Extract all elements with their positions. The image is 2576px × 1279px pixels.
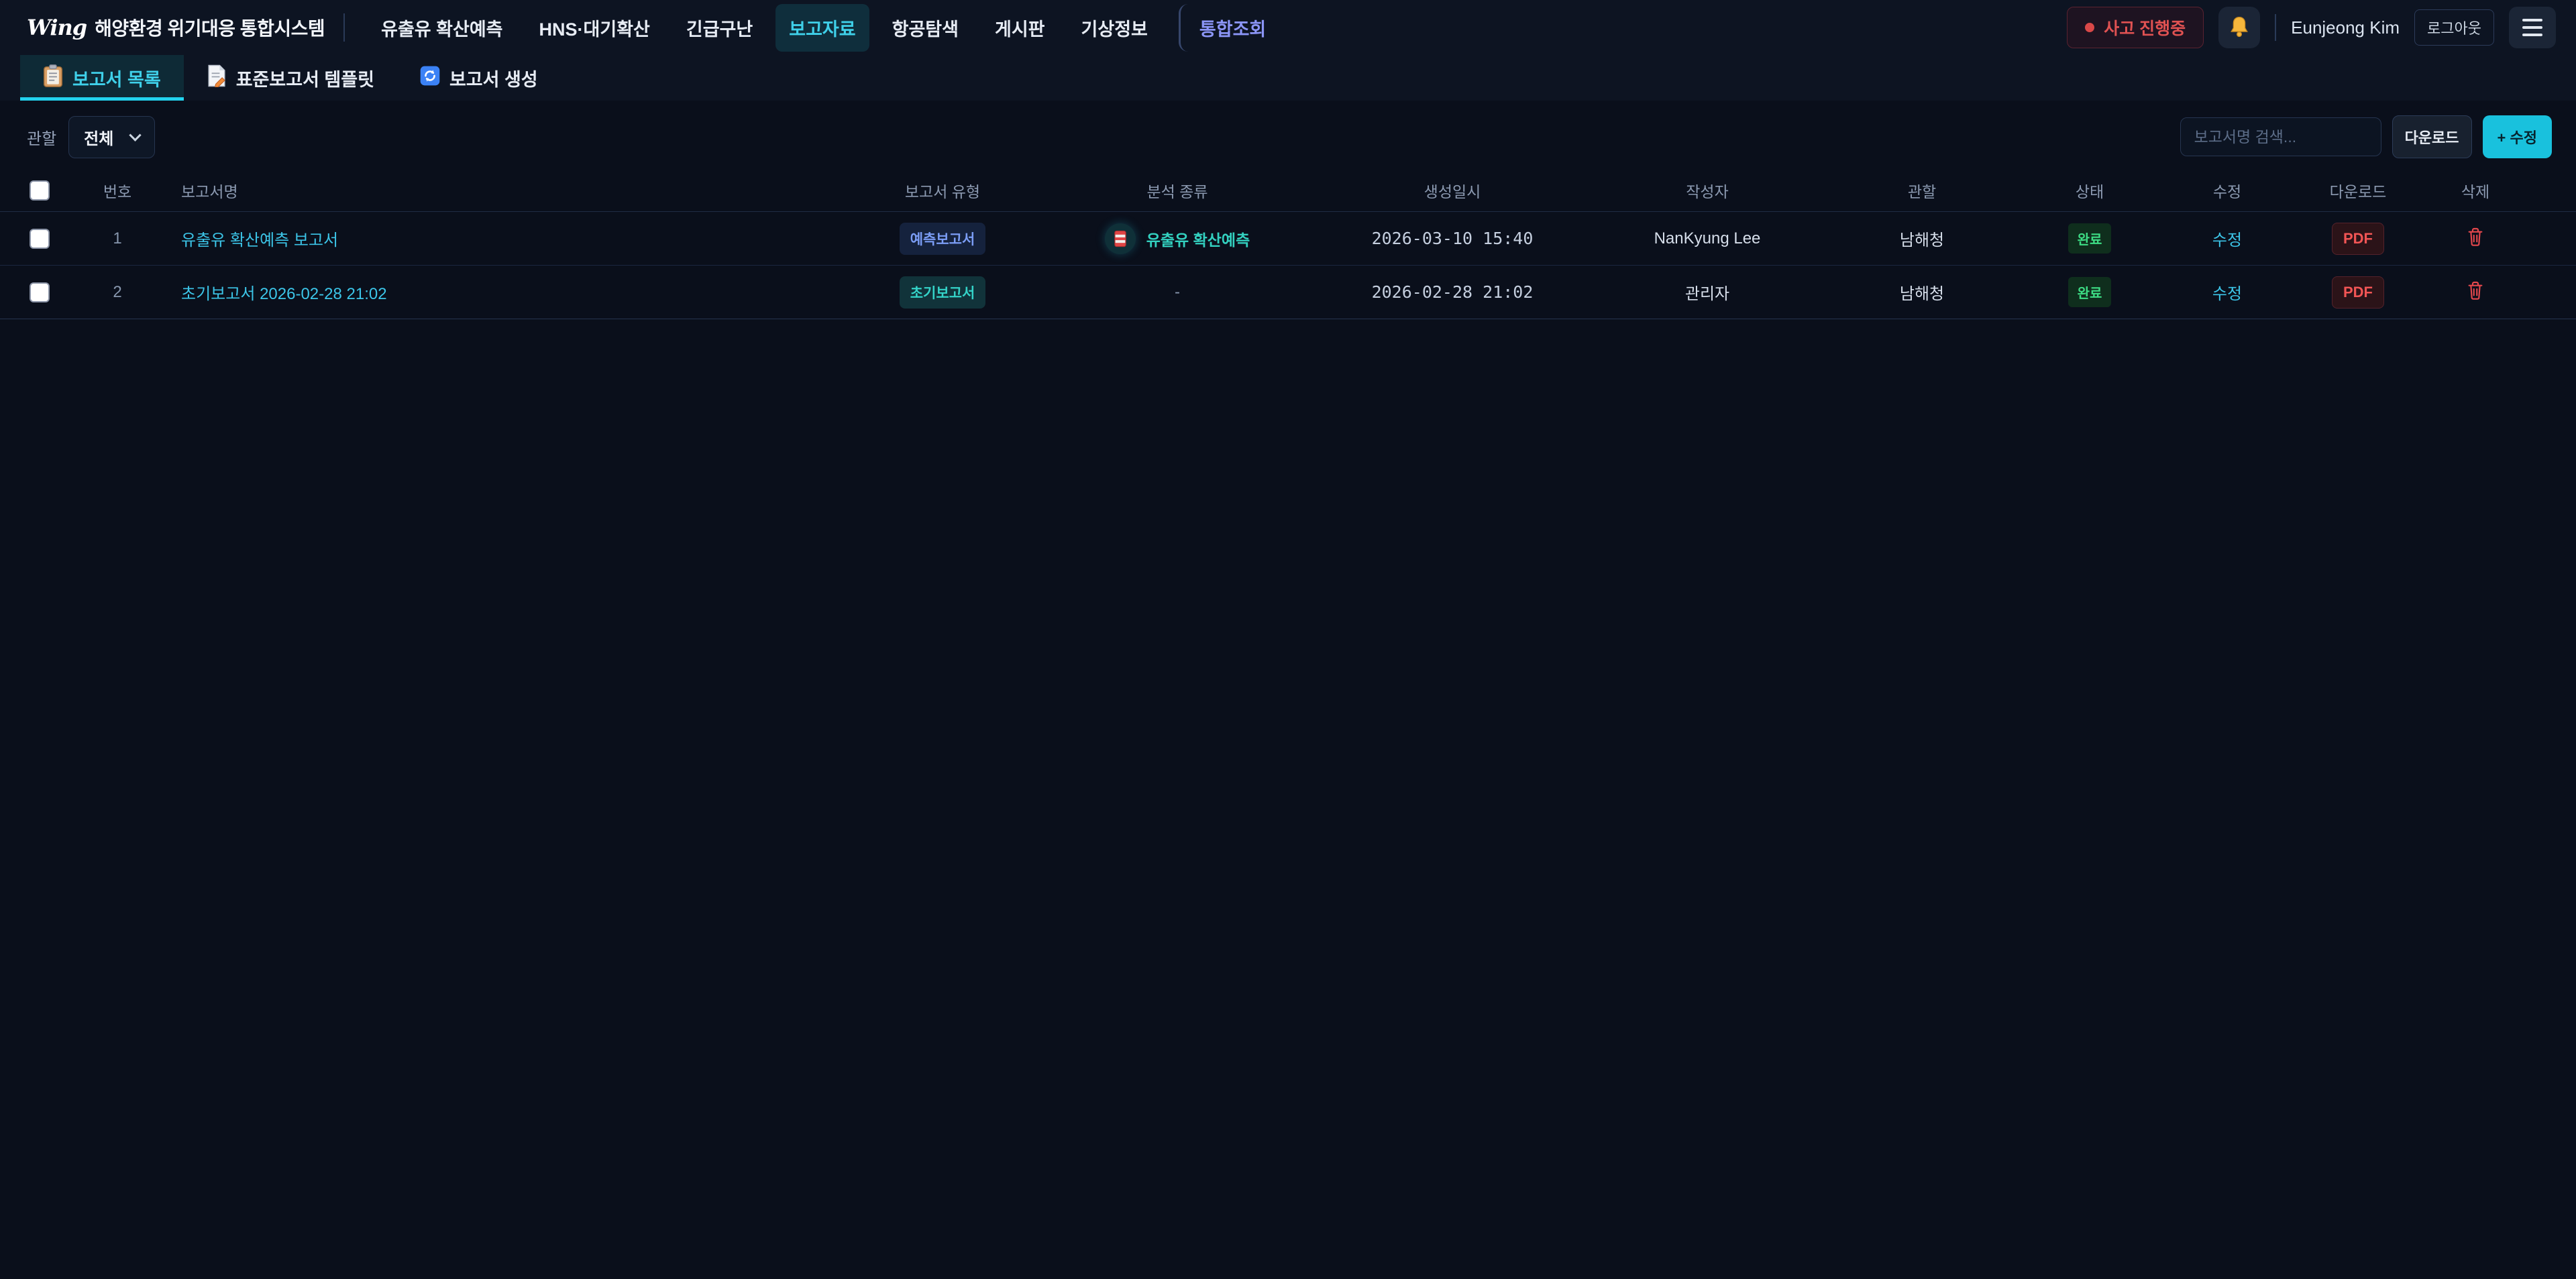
pdf-download-button[interactable]: PDF [2332, 276, 2384, 309]
jurisdiction-select[interactable]: 전체 [68, 116, 155, 158]
divider [343, 13, 345, 42]
incident-status-label: 사고 진행중 [2104, 15, 2186, 40]
incident-dot-icon [2085, 23, 2094, 32]
hamburger-icon [2522, 19, 2542, 21]
status-badge: 완료 [2068, 223, 2112, 254]
column-header-name: 보고서명 [154, 179, 849, 202]
notifications-button[interactable] [2218, 7, 2260, 48]
trash-icon [2467, 227, 2483, 248]
column-header-author: 작성자 [1587, 179, 1828, 202]
tab-label: 보고서 목록 [72, 65, 161, 91]
clipboard-icon [43, 64, 63, 92]
nav-item-rescue[interactable]: 긴급구난 [673, 4, 766, 52]
delete-button[interactable] [2467, 281, 2483, 302]
app-title: 해양환경 위기대응 통합시스템 [95, 14, 325, 41]
report-table: 번호 보고서명 보고서 유형 분석 종류 생성일시 작성자 관할 상태 수정 다… [0, 169, 2576, 319]
add-edit-button[interactable]: + 수정 [2483, 115, 2552, 158]
oil-drum-icon [1105, 223, 1136, 254]
table-row: 1 유출유 확산예측 보고서 예측보고서 유출유 확산예측 2026-03-10… [0, 212, 2576, 266]
search-input[interactable] [2180, 117, 2381, 156]
column-header-delete: 삭제 [2425, 179, 2526, 202]
row-number: 2 [80, 283, 154, 302]
column-header-type: 보고서 유형 [849, 179, 1036, 202]
logout-button[interactable]: 로그아웃 [2414, 9, 2494, 46]
trash-icon [2467, 281, 2483, 302]
tab-label: 보고서 생성 [449, 65, 538, 91]
edit-link[interactable]: 수정 [2212, 231, 2242, 249]
table-row: 2 초기보고서 2026-02-28 21:02 초기보고서 - 2026-02… [0, 266, 2576, 319]
hamburger-menu-button[interactable] [2509, 7, 2556, 48]
tab-report-list[interactable]: 보고서 목록 [20, 55, 184, 101]
bell-icon [2229, 15, 2250, 40]
author: NanKyung Lee [1587, 229, 1828, 248]
column-header-created: 생성일시 [1318, 179, 1587, 202]
tabbar: 보고서 목록 표준보고서 템플릿 보고서 생성 [0, 55, 2576, 101]
topbar-right: 사고 진행중 Eunjeong Kim 로그아웃 [2067, 7, 2556, 48]
logo-wordmark: Wing [27, 15, 87, 40]
row-number: 1 [80, 229, 154, 248]
created-at: 2026-03-10 15:40 [1318, 229, 1587, 248]
row-checkbox[interactable] [30, 229, 50, 249]
jurisdiction: 남해청 [1828, 227, 2016, 250]
column-header-jurisdiction: 관할 [1828, 179, 2016, 202]
analysis-type: 유출유 확산예측 [1105, 223, 1250, 254]
nav-item-reports[interactable]: 보고자료 [775, 4, 869, 52]
chevron-down-icon [129, 129, 142, 141]
divider [2275, 14, 2276, 41]
user-name: Eunjeong Kim [2291, 17, 2400, 38]
generate-icon [420, 66, 440, 91]
created-at: 2026-02-28 21:02 [1318, 282, 1587, 302]
column-header-no: 번호 [80, 179, 154, 202]
report-name-link[interactable]: 유출유 확산예측 보고서 [181, 231, 338, 249]
memo-icon [207, 64, 227, 92]
delete-button[interactable] [2467, 227, 2483, 248]
report-type-badge: 초기보고서 [900, 276, 986, 309]
jurisdiction: 남해청 [1828, 280, 2016, 304]
incident-status-badge: 사고 진행중 [2067, 7, 2204, 48]
app-logo: Wing 해양환경 위기대응 통합시스템 [27, 14, 325, 41]
nav-item-board[interactable]: 게시판 [981, 4, 1059, 52]
main-nav: 유출유 확산예측 HNS·대기확산 긴급구난 보고자료 항공탐색 게시판 기상정… [368, 4, 1279, 52]
jurisdiction-selected-value: 전체 [84, 125, 113, 149]
edit-link[interactable]: 수정 [2212, 285, 2242, 303]
topbar: Wing 해양환경 위기대응 통합시스템 유출유 확산예측 HNS·대기확산 긴… [0, 0, 2576, 55]
toolbar: 관할 전체 다운로드 + 수정 [0, 101, 2576, 169]
tab-label: 표준보고서 템플릿 [236, 65, 374, 91]
author: 관리자 [1587, 280, 1828, 304]
download-button[interactable]: 다운로드 [2392, 115, 2472, 158]
toolbar-right: 다운로드 + 수정 [2180, 115, 2552, 158]
jurisdiction-filter-label: 관할 [27, 125, 56, 149]
analysis-type-label: 유출유 확산예측 [1146, 227, 1250, 250]
analysis-type-empty: - [1175, 283, 1180, 301]
column-header-edit: 수정 [2163, 179, 2291, 202]
report-name-link[interactable]: 초기보고서 2026-02-28 21:02 [181, 285, 387, 303]
row-checkbox[interactable] [30, 282, 50, 302]
table-header-row: 번호 보고서명 보고서 유형 분석 종류 생성일시 작성자 관할 상태 수정 다… [0, 169, 2576, 212]
column-header-status: 상태 [2016, 179, 2163, 202]
nav-item-aerial-search[interactable]: 항공탐색 [879, 4, 972, 52]
tab-report-create[interactable]: 보고서 생성 [397, 55, 561, 101]
tab-report-template[interactable]: 표준보고서 템플릿 [184, 55, 397, 101]
nav-item-integrated-search[interactable]: 통합조회 [1179, 4, 1279, 52]
pdf-download-button[interactable]: PDF [2332, 223, 2384, 255]
nav-item-hns[interactable]: HNS·대기확산 [526, 4, 663, 52]
nav-item-weather[interactable]: 기상정보 [1068, 4, 1161, 52]
report-type-badge: 예측보고서 [900, 223, 986, 255]
nav-item-oil-spill[interactable]: 유출유 확산예측 [368, 4, 516, 52]
status-badge: 완료 [2068, 277, 2112, 307]
select-all-checkbox[interactable] [30, 180, 50, 201]
column-header-download: 다운로드 [2291, 179, 2425, 202]
column-header-analysis: 분석 종류 [1036, 179, 1318, 202]
